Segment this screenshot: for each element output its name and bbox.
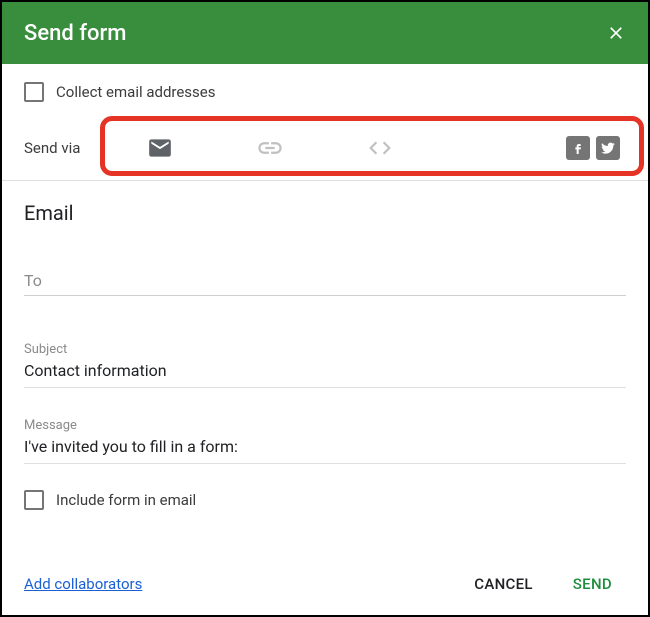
include-form-row: Include form in email	[24, 484, 626, 538]
send-via-row: Send via	[24, 116, 626, 180]
subject-label: Subject	[24, 342, 626, 357]
to-label: To	[24, 271, 626, 291]
email-section-heading: Email	[24, 181, 626, 243]
cancel-button[interactable]: CANCEL	[460, 567, 547, 601]
add-collaborators-link[interactable]: Add collaborators	[24, 575, 142, 593]
subject-field[interactable]: Subject Contact information	[24, 332, 626, 388]
subject-value: Contact information	[24, 361, 626, 381]
twitter-share-button[interactable]	[596, 136, 620, 160]
twitter-icon	[600, 140, 616, 156]
send-button[interactable]: SEND	[559, 567, 626, 601]
collect-emails-checkbox[interactable]	[24, 82, 44, 102]
message-label: Message	[24, 418, 626, 433]
message-field[interactable]: Message I've invited you to fill in a fo…	[24, 408, 626, 464]
collect-emails-label: Collect email addresses	[56, 83, 216, 101]
social-share-group	[566, 136, 620, 160]
message-value: I've invited you to fill in a form:	[24, 437, 626, 457]
include-form-label: Include form in email	[56, 491, 196, 509]
embed-icon	[367, 135, 393, 161]
close-button[interactable]	[606, 23, 626, 43]
send-via-tabs	[102, 134, 626, 162]
close-icon	[606, 23, 626, 43]
facebook-share-button[interactable]	[566, 136, 590, 160]
include-form-checkbox[interactable]	[24, 490, 44, 510]
dialog-header: Send form	[2, 2, 648, 64]
dialog-title: Send form	[24, 21, 126, 46]
collect-emails-row: Collect email addresses	[24, 64, 626, 116]
send-via-label: Send via	[24, 139, 102, 157]
to-field[interactable]: To	[24, 243, 626, 296]
send-via-email-tab[interactable]	[146, 134, 174, 162]
facebook-icon	[570, 140, 586, 156]
email-icon	[147, 135, 173, 161]
send-via-link-tab[interactable]	[256, 134, 284, 162]
link-icon	[256, 134, 284, 162]
dialog-footer: Add collaborators CANCEL SEND	[2, 567, 648, 615]
send-via-embed-tab[interactable]	[366, 134, 394, 162]
